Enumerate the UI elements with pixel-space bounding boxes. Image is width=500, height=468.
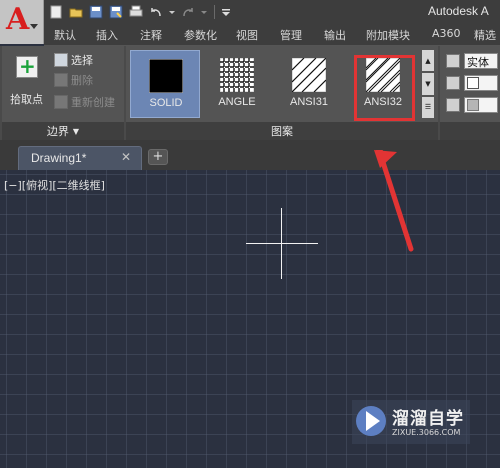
- remove-label: 删除: [71, 74, 93, 87]
- tab-manage[interactable]: 管理: [280, 27, 302, 43]
- save-as-icon[interactable]: [108, 4, 124, 20]
- pattern-panel-title: 图案: [126, 122, 438, 140]
- save-icon[interactable]: [88, 4, 104, 20]
- hatch-color-select[interactable]: [464, 75, 498, 91]
- watermark-url: ZIXUE.3066.COM: [392, 428, 461, 437]
- recreate-label: 重新创建: [71, 96, 115, 109]
- pattern-label: ANGLE: [218, 96, 256, 108]
- application-menu-button[interactable]: A: [0, 0, 44, 44]
- tab-default[interactable]: 默认: [54, 27, 76, 43]
- grey-swatch-icon: [467, 99, 479, 111]
- select-objects-icon: [54, 53, 68, 67]
- ansi31-hatch-icon: [292, 58, 326, 92]
- hatch-color-row: [446, 74, 498, 92]
- toolbar-separator: [214, 5, 215, 19]
- select-objects-button[interactable]: 选择: [54, 52, 93, 68]
- crosshair-horizontal: [246, 243, 318, 244]
- tab-addins[interactable]: 附加模块: [366, 27, 410, 43]
- document-tab-bar: Drawing1* ✕ +: [0, 140, 500, 170]
- play-logo-icon: [356, 406, 386, 436]
- new-tab-button[interactable]: +: [148, 149, 168, 165]
- redo-icon[interactable]: [180, 4, 196, 20]
- pattern-angle[interactable]: ANGLE: [202, 50, 272, 118]
- tab-insert[interactable]: 插入: [96, 27, 118, 43]
- tab-annotate[interactable]: 注释: [140, 27, 162, 43]
- scroll-up-icon[interactable]: ▲: [422, 50, 434, 72]
- pattern-gallery-scroll: ▲ ▼ ☰: [422, 50, 434, 118]
- watermark-name: 溜溜自学: [392, 409, 464, 429]
- boundary-title: 边界: [46, 125, 69, 138]
- properties-panel: 实体: [440, 46, 500, 140]
- window-title: Autodesk A: [428, 4, 489, 18]
- tab-output[interactable]: 输出: [324, 27, 346, 43]
- autocad-logo-icon: A: [6, 2, 30, 37]
- scroll-down-icon[interactable]: ▼: [422, 73, 434, 95]
- watermark: 溜溜自学 ZIXUE.3066.COM: [352, 400, 470, 444]
- properties-panel-title: [440, 122, 500, 140]
- pattern-ansi31[interactable]: ANSI31: [274, 50, 344, 118]
- chevron-down-icon: ▼: [72, 126, 80, 136]
- chevron-down-icon: [30, 24, 38, 29]
- document-tab[interactable]: Drawing1* ✕: [18, 146, 142, 170]
- close-icon[interactable]: ✕: [121, 150, 131, 164]
- pattern-label: ANSI31: [290, 96, 328, 108]
- white-swatch-icon: [467, 77, 479, 89]
- hatch-type-row: 实体: [446, 52, 498, 70]
- hatch-type-select[interactable]: 实体: [464, 53, 498, 69]
- tab-view[interactable]: 视图: [236, 27, 258, 43]
- undo-icon[interactable]: [148, 4, 164, 20]
- crosshair-vertical: [281, 208, 282, 279]
- ribbon: + 拾取点 选择 删除 重新创建 边界 ▼ SOLID ANGLE ANSI31…: [0, 46, 500, 140]
- solid-fill-icon: [149, 59, 183, 93]
- recreate-boundary-button[interactable]: 重新创建: [54, 94, 115, 110]
- tab-a360[interactable]: A360: [432, 27, 461, 40]
- boundary-panel: + 拾取点 选择 删除 重新创建 边界 ▼: [2, 46, 124, 140]
- hatch-type-icon: [446, 54, 460, 68]
- expand-gallery-icon[interactable]: ☰: [422, 96, 434, 118]
- pattern-solid[interactable]: SOLID: [130, 50, 200, 118]
- angle-grid-icon: [220, 58, 254, 92]
- open-file-icon[interactable]: [68, 4, 84, 20]
- annotation-highlight-box: [354, 55, 415, 121]
- plus-icon: +: [152, 149, 164, 164]
- viewport-controls[interactable]: [−][俯视][二维线框]: [4, 177, 105, 193]
- recreate-boundary-icon: [54, 95, 68, 109]
- background-color-icon: [446, 98, 460, 112]
- add-point-icon: +: [16, 54, 38, 78]
- remove-boundary-button[interactable]: 删除: [54, 72, 93, 88]
- undo-dropdown-icon[interactable]: [168, 4, 176, 20]
- boundary-panel-title[interactable]: 边界 ▼: [2, 122, 124, 140]
- document-name: Drawing1*: [31, 151, 87, 165]
- redo-dropdown-icon[interactable]: [200, 4, 208, 20]
- ribbon-tabs: 默认 插入 注释 参数化 视图 管理 输出 附加模块 A360 精选: [44, 24, 500, 46]
- title-bar: Autodesk A: [0, 0, 500, 24]
- drawing-viewport[interactable]: [−][俯视][二维线框] 溜溜自学 ZIXUE.3066.COM: [0, 170, 500, 468]
- customize-toolbar-icon[interactable]: [221, 4, 231, 20]
- pattern-title: 图案: [271, 125, 293, 138]
- remove-boundary-icon: [54, 73, 68, 87]
- hatch-color-icon: [446, 76, 460, 90]
- background-color-row: [446, 96, 498, 114]
- new-file-icon[interactable]: [48, 4, 64, 20]
- pick-points-button[interactable]: + 拾取点: [6, 52, 46, 108]
- pick-points-label: 拾取点: [10, 93, 43, 106]
- tab-featured[interactable]: 精选: [474, 27, 496, 43]
- print-icon[interactable]: [128, 4, 144, 20]
- tab-parametric[interactable]: 参数化: [184, 27, 217, 43]
- quick-access-toolbar: [48, 3, 231, 21]
- background-color-select[interactable]: [464, 97, 498, 113]
- select-label: 选择: [71, 54, 93, 67]
- pattern-label: SOLID: [149, 97, 183, 109]
